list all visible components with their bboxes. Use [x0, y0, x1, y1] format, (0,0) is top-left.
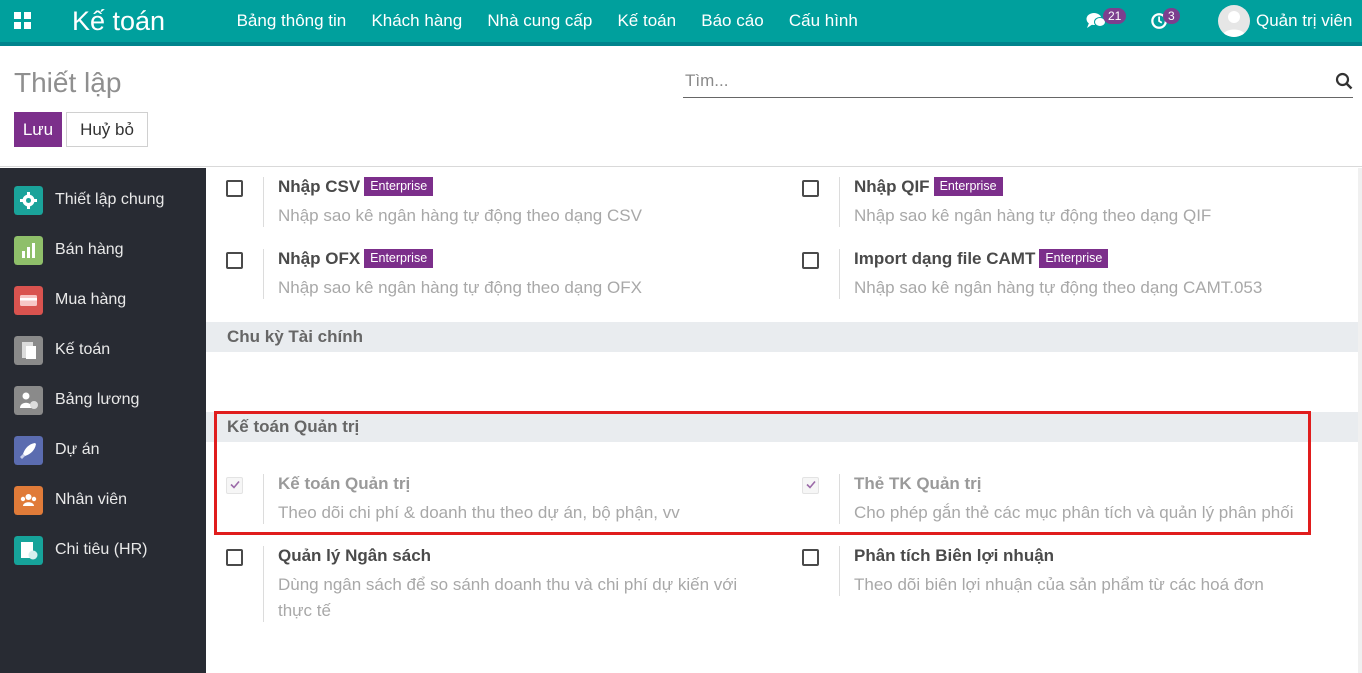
gear-icon [14, 186, 43, 215]
setting-description: Nhập sao kê ngân hàng tự động theo dạng … [854, 206, 1212, 225]
checkbox-import-ofx[interactable] [226, 252, 243, 269]
sidebar-item-label: Bán hàng [55, 241, 124, 258]
menu-item-dashboard[interactable]: Bảng thông tin [224, 0, 359, 46]
setting-description: Theo dõi biên lợi nhuận của sản phẩm từ … [854, 575, 1264, 594]
checkbox-import-qif[interactable] [802, 180, 819, 197]
save-button[interactable]: Lưu [14, 112, 62, 147]
menu-item-customers[interactable]: Khách hàng [359, 0, 475, 46]
sidebar-item-sales[interactable]: Bán hàng [0, 226, 206, 276]
sidebar-item-label: Mua hàng [55, 291, 127, 308]
menu-item-configuration[interactable]: Cấu hình [776, 0, 870, 46]
divider [839, 249, 840, 299]
divider [263, 177, 264, 227]
divider [839, 177, 840, 227]
setting-title: Phân tích Biên lợi nhuận [854, 546, 1055, 565]
checkmark-icon [806, 480, 816, 489]
setting-title: Import dạng file CAMT Enterprise [854, 249, 1109, 269]
top-navbar: Kế toán Bảng thông tin Khách hàng Nhà cu… [0, 0, 1362, 46]
expense-icon [14, 536, 43, 565]
section-title: Chu kỳ Tài chính [227, 327, 364, 346]
sidebar-item-purchase[interactable]: Mua hàng [0, 276, 206, 326]
enterprise-badge: Enterprise [933, 177, 1003, 196]
setting-description: Nhập sao kê ngân hàng tự động theo dạng … [278, 278, 642, 297]
checkbox-analytic-tags[interactable] [802, 477, 819, 494]
purchase-card-icon [14, 286, 43, 315]
divider [263, 249, 264, 299]
main-menu: Bảng thông tin Khách hàng Nhà cung cấp K… [224, 0, 870, 46]
user-avatar[interactable] [1218, 5, 1250, 37]
content-scrollbar[interactable] [1358, 168, 1362, 673]
page-title: Thiết lập [14, 67, 122, 98]
apps-menu-icon[interactable] [14, 12, 31, 29]
checkbox-import-camt[interactable] [802, 252, 819, 269]
employees-icon [14, 486, 43, 515]
divider [263, 546, 264, 622]
sidebar-item-payroll[interactable]: Bảng lương [0, 376, 206, 426]
sidebar-item-label: Chi tiêu (HR) [55, 541, 148, 558]
sidebar-item-label: Kế toán [55, 341, 111, 358]
checkmark-icon [230, 480, 240, 489]
activities-badge: 3 [1163, 8, 1180, 24]
search-bar [683, 66, 1353, 98]
rocket-icon [14, 436, 43, 465]
invoice-icon [14, 336, 43, 365]
sidebar-item-project[interactable]: Dự án [0, 426, 206, 476]
enterprise-badge: Enterprise [1039, 249, 1109, 268]
menu-item-vendors[interactable]: Nhà cung cấp [475, 0, 605, 46]
setting-title: Nhập OFX Enterprise [278, 249, 434, 269]
cancel-button[interactable]: Huỷ bỏ [66, 112, 148, 147]
setting-title: Nhập QIF Enterprise [854, 177, 1003, 197]
search-icon[interactable] [1335, 72, 1353, 90]
search-input[interactable] [683, 66, 1323, 96]
checkbox-margin-analysis[interactable] [802, 549, 819, 566]
setting-title: Quản lý Ngân sách [278, 546, 432, 565]
checkbox-import-csv[interactable] [226, 180, 243, 197]
sidebar-item-employees[interactable]: Nhân viên [0, 476, 206, 526]
setting-description: Nhập sao kê ngân hàng tự động theo dạng … [854, 278, 1263, 297]
setting-description: Nhập sao kê ngân hàng tự động theo dạng … [278, 206, 642, 225]
setting-description: Dùng ngân sách để so sánh doanh thu và c… [278, 575, 738, 620]
sidebar-item-label: Thiết lập chung [55, 191, 165, 208]
divider [263, 474, 264, 524]
sidebar-item-label: Bảng lương [55, 391, 140, 408]
section-analytic-accounting: Kế toán Quản trị [206, 412, 1358, 442]
settings-sidebar: Thiết lập chung Bán hàng Mua hàng Kế toá… [0, 168, 206, 673]
section-fiscal-periods: Chu kỳ Tài chính [206, 322, 1358, 352]
setting-title: Thẻ TK Quản trị [854, 474, 982, 493]
menu-item-accounting[interactable]: Kế toán [605, 0, 689, 46]
setting-description: Cho phép gắn thẻ các mục phân tích và qu… [854, 503, 1294, 522]
messages-badge: 21 [1103, 8, 1127, 24]
divider [839, 546, 840, 596]
menu-item-reporting[interactable]: Báo cáo [689, 0, 777, 46]
sidebar-item-expenses[interactable]: Chi tiêu (HR) [0, 526, 206, 576]
sidebar-item-general-settings[interactable]: Thiết lập chung [0, 176, 206, 226]
sidebar-item-label: Nhân viên [55, 491, 128, 508]
control-panel: Thiết lập Lưu Huỷ bỏ [0, 50, 1362, 167]
setting-title: Kế toán Quản trị [278, 474, 411, 493]
settings-content: Nhập CSV Enterprise Nhập sao kê ngân hàng… [206, 168, 1358, 673]
enterprise-badge: Enterprise [364, 177, 434, 196]
app-brand[interactable]: Kế toán [72, 6, 165, 37]
enterprise-badge: Enterprise [364, 249, 434, 268]
section-title: Kế toán Quản trị [227, 417, 360, 436]
divider [839, 474, 840, 524]
checkbox-budget-management[interactable] [226, 549, 243, 566]
sales-chart-icon [14, 236, 43, 265]
sidebar-item-label: Dự án [55, 441, 100, 458]
user-menu[interactable]: Quản trị viên [1256, 11, 1352, 31]
payroll-icon [14, 386, 43, 415]
setting-description: Theo dõi chi phí & doanh thu theo dự án,… [278, 503, 680, 522]
avatar-silhouette-icon [1222, 11, 1246, 37]
sidebar-item-accounting[interactable]: Kế toán [0, 326, 206, 376]
setting-title: Nhập CSV Enterprise [278, 177, 434, 197]
checkbox-analytic-accounting[interactable] [226, 477, 243, 494]
